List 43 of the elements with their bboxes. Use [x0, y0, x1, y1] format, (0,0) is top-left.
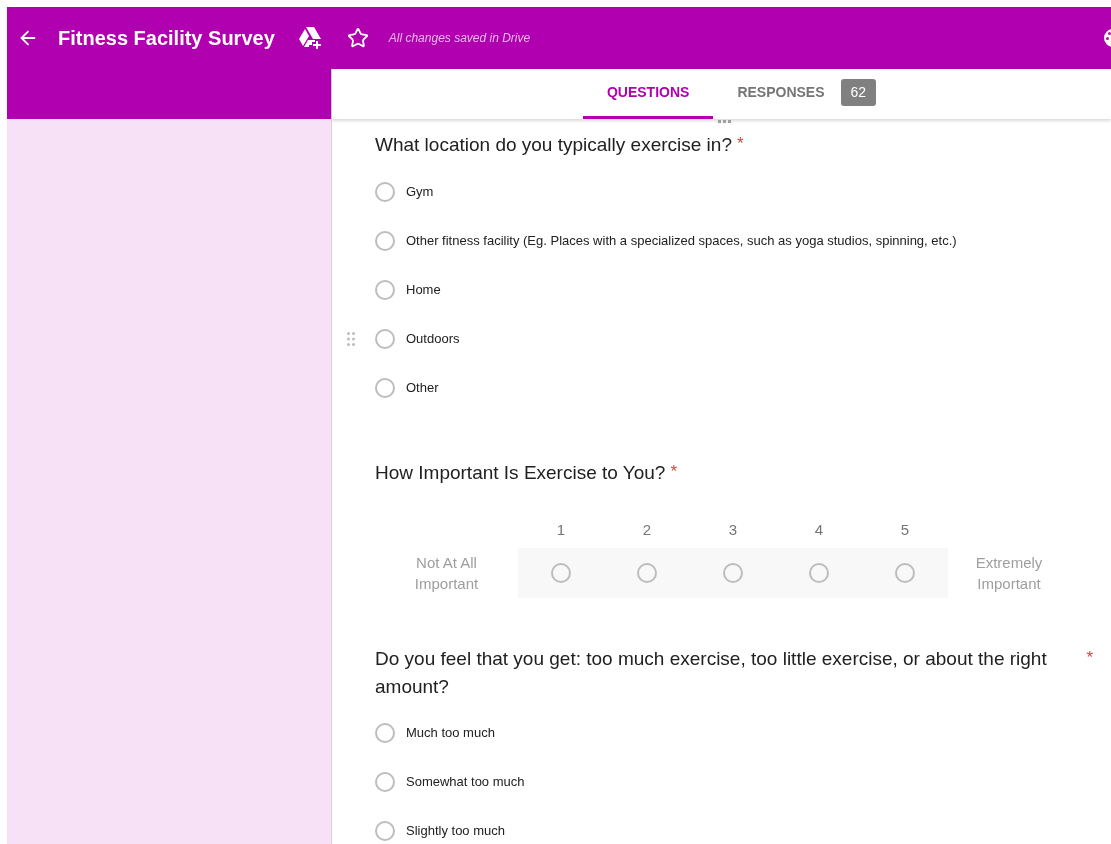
form-title: Fitness Facility Survey	[58, 26, 275, 51]
radio-button[interactable]	[375, 723, 395, 743]
option-label: Gym	[406, 182, 434, 201]
radio-button[interactable]	[895, 562, 915, 583]
scale-number: 3	[727, 520, 739, 540]
option-label: Home	[406, 280, 441, 299]
required-asterisk: *	[670, 461, 678, 483]
star-icon[interactable]	[346, 27, 369, 49]
option-label: Other	[406, 378, 439, 397]
radio-button[interactable]	[809, 562, 829, 583]
option-label: Other fitness facility (Eg. Places with a specialized spaces, such as yoga studios, spinning, etc.)	[406, 231, 957, 250]
option-label: Slightly too much	[406, 822, 505, 841]
radio-button[interactable]	[375, 821, 395, 841]
drag-handle-icon[interactable]	[718, 120, 731, 123]
question-title: How Important Is Exercise to You?	[375, 461, 666, 485]
question-title: Do you feel that you get: too much exercise, too little exercise, or about the right amount?	[375, 646, 1047, 699]
radio-button[interactable]	[637, 562, 657, 583]
drive-add-icon[interactable]	[298, 27, 323, 49]
radio-button[interactable]	[375, 772, 395, 792]
scale-number: 5	[899, 520, 911, 540]
question-title: What location do you typically exercise in?	[375, 133, 732, 157]
required-asterisk: *	[1086, 646, 1093, 669]
option-label: Much too much	[406, 724, 495, 743]
drag-handle-icon[interactable]	[347, 332, 355, 346]
radio-button[interactable]	[723, 562, 743, 583]
scale-number: 2	[641, 520, 653, 540]
radio-button[interactable]	[375, 279, 395, 300]
scale-number: 1	[555, 520, 567, 540]
response-count: 62	[840, 79, 877, 106]
scale-high-label: Extremely Important	[974, 552, 1044, 594]
save-status: All changes saved in Drive	[388, 30, 531, 47]
scale-low-label: Not At All Important	[413, 552, 480, 594]
scale-number: 4	[813, 520, 825, 540]
radio-button[interactable]	[375, 230, 395, 251]
radio-button[interactable]	[551, 562, 571, 583]
radio-button[interactable]	[375, 181, 395, 202]
radio-button[interactable]	[375, 328, 395, 349]
tab[interactable]: RESPONSES 62	[713, 69, 901, 119]
option-label: Somewhat too much	[406, 773, 525, 792]
tab[interactable]: QUESTIONS	[582, 69, 714, 119]
option-label: Outdoors	[406, 329, 460, 348]
radio-button[interactable]	[375, 377, 395, 398]
required-asterisk: *	[736, 133, 744, 155]
